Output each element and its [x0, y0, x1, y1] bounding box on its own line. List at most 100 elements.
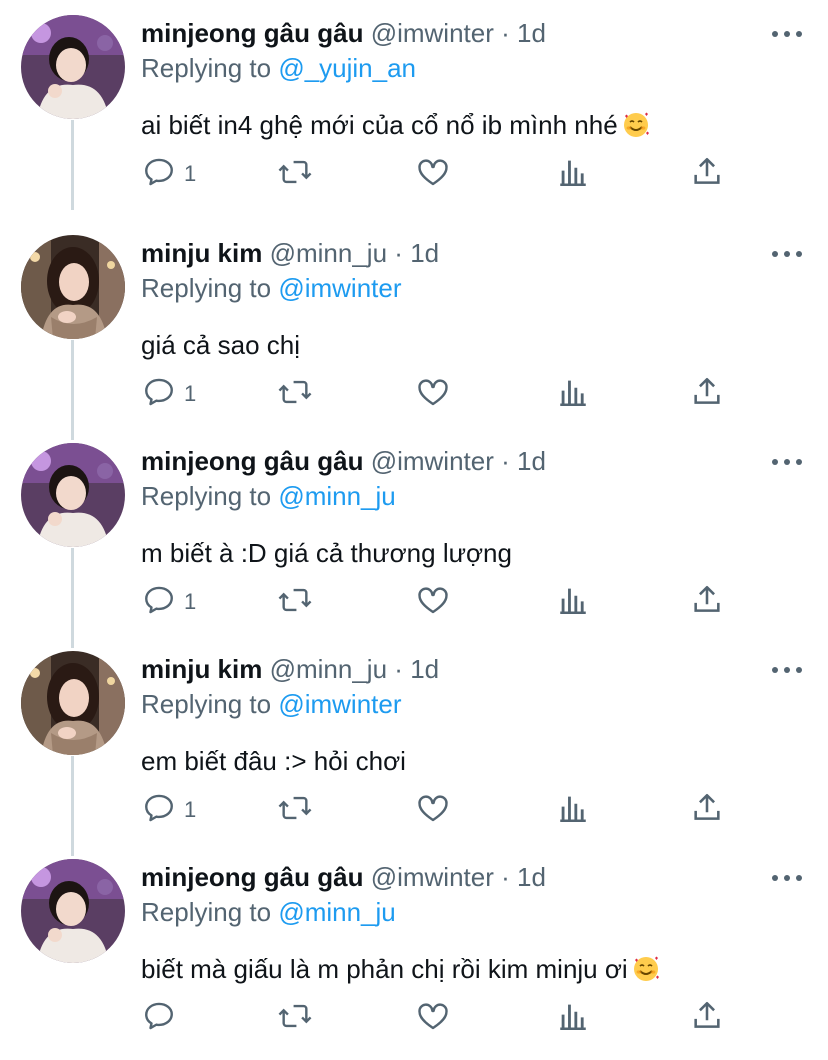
- share-button[interactable]: [690, 581, 730, 621]
- tweet-text-content: biết mà giấu là m phản chị rồi kim minju…: [141, 954, 628, 984]
- separator-dot: ·: [394, 654, 403, 684]
- avatar[interactable]: [21, 15, 125, 119]
- replying-to: Replying to @imwinter: [141, 688, 402, 720]
- more-options-icon[interactable]: [770, 244, 804, 264]
- separator-dot: ·: [394, 238, 403, 268]
- handle[interactable]: @imwinter: [371, 18, 494, 48]
- replying-to-label: Replying to: [141, 273, 272, 303]
- mention-link[interactable]: @_yujin_an: [278, 53, 416, 83]
- tweet-text: ai biết in4 ghệ mới của cổ nổ ib mình nh…: [141, 108, 650, 142]
- tweet[interactable]: minju kim @minn_ju · 1d Replying to @imwi…: [0, 220, 828, 428]
- display-name[interactable]: minjeong gâu gâu: [141, 446, 363, 476]
- tweet-header: minjeong gâu gâu @imwinter · 1d: [141, 445, 546, 477]
- tweet[interactable]: minjeong gâu gâu @imwinter · 1d Replying …: [0, 0, 828, 208]
- replying-to: Replying to @minn_ju: [141, 896, 396, 928]
- mention-link[interactable]: @minn_ju: [278, 481, 395, 511]
- timestamp[interactable]: 1d: [517, 446, 546, 476]
- like-button[interactable]: [416, 997, 456, 1037]
- timestamp[interactable]: 1d: [410, 654, 439, 684]
- more-options-icon[interactable]: [770, 868, 804, 888]
- tweet-text: giá cả sao chị: [141, 328, 300, 362]
- retweet-button[interactable]: [276, 373, 316, 413]
- tweet-text: em biết đâu :> hỏi chơi: [141, 744, 406, 778]
- replying-to-label: Replying to: [141, 53, 272, 83]
- reply-button[interactable]: 1: [142, 153, 222, 193]
- reply-button[interactable]: 1: [142, 373, 222, 413]
- tweet-header: minju kim @minn_ju · 1d: [141, 237, 439, 269]
- display-name[interactable]: minjeong gâu gâu: [141, 862, 363, 892]
- tweet-header: minjeong gâu gâu @imwinter · 1d: [141, 17, 546, 49]
- replying-to-label: Replying to: [141, 481, 272, 511]
- tweet-text-content: giá cả sao chị: [141, 330, 300, 360]
- replying-to: Replying to @_yujin_an: [141, 52, 416, 84]
- action-bar: 1: [0, 789, 828, 829]
- reply-button[interactable]: 1: [142, 581, 222, 621]
- replying-to: Replying to @minn_ju: [141, 480, 396, 512]
- replying-to-label: Replying to: [141, 689, 272, 719]
- reply-count: 1: [184, 381, 197, 406]
- analytics-button[interactable]: [556, 789, 596, 829]
- tweet-text-content: m biết à :D giá cả thương lượng: [141, 538, 512, 568]
- timestamp[interactable]: 1d: [517, 862, 546, 892]
- analytics-button[interactable]: [556, 581, 596, 621]
- timestamp[interactable]: 1d: [410, 238, 439, 268]
- more-options-icon[interactable]: [770, 24, 804, 44]
- reply-count: 1: [184, 589, 197, 614]
- reply-count: 1: [184, 797, 197, 822]
- tweet-text-content: em biết đâu :> hỏi chơi: [141, 746, 406, 776]
- like-button[interactable]: [416, 789, 456, 829]
- action-bar: 1: [0, 373, 828, 413]
- tweet[interactable]: minju kim @minn_ju · 1d Replying to @imwi…: [0, 636, 828, 844]
- avatar[interactable]: [21, 651, 125, 755]
- share-button[interactable]: [690, 373, 730, 413]
- share-button[interactable]: [690, 997, 730, 1037]
- action-bar: [0, 997, 828, 1037]
- tweet-text: m biết à :D giá cả thương lượng: [141, 536, 512, 570]
- display-name[interactable]: minju kim: [141, 654, 262, 684]
- action-bar: 1: [0, 153, 828, 193]
- timestamp[interactable]: 1d: [517, 18, 546, 48]
- analytics-button[interactable]: [556, 153, 596, 193]
- handle[interactable]: @imwinter: [371, 446, 494, 476]
- tweet-header: minju kim @minn_ju · 1d: [141, 653, 439, 685]
- tweet[interactable]: minjeong gâu gâu @imwinter · 1d Replying …: [0, 428, 828, 636]
- more-options-icon[interactable]: [770, 452, 804, 472]
- reply-button[interactable]: [142, 997, 222, 1037]
- retweet-button[interactable]: [276, 581, 316, 621]
- retweet-button[interactable]: [276, 789, 316, 829]
- share-button[interactable]: [690, 789, 730, 829]
- mention-link[interactable]: @imwinter: [278, 689, 401, 719]
- like-button[interactable]: [416, 581, 456, 621]
- reply-button[interactable]: 1: [142, 789, 222, 829]
- handle[interactable]: @minn_ju: [270, 654, 387, 684]
- analytics-button[interactable]: [556, 373, 596, 413]
- avatar[interactable]: [21, 443, 125, 547]
- separator-dot: ·: [501, 446, 510, 476]
- separator-dot: ·: [501, 862, 510, 892]
- handle[interactable]: @minn_ju: [270, 238, 387, 268]
- replying-to-label: Replying to: [141, 897, 272, 927]
- tweet-text: biết mà giấu là m phản chị rồi kim minju…: [141, 952, 660, 986]
- share-button[interactable]: [690, 153, 730, 193]
- like-button[interactable]: [416, 373, 456, 413]
- replying-to: Replying to @imwinter: [141, 272, 402, 304]
- analytics-button[interactable]: [556, 997, 596, 1037]
- avatar[interactable]: [21, 235, 125, 339]
- smiling-face-with-hearts-icon: [623, 112, 649, 137]
- reply-count: 1: [184, 161, 197, 186]
- retweet-button[interactable]: [276, 997, 316, 1037]
- display-name[interactable]: minjeong gâu gâu: [141, 18, 363, 48]
- smiling-face-with-hearts-icon: [633, 956, 659, 981]
- mention-link[interactable]: @minn_ju: [278, 897, 395, 927]
- display-name[interactable]: minju kim: [141, 238, 262, 268]
- retweet-button[interactable]: [276, 153, 316, 193]
- mention-link[interactable]: @imwinter: [278, 273, 401, 303]
- avatar[interactable]: [21, 859, 125, 963]
- action-bar: 1: [0, 581, 828, 621]
- tweet[interactable]: minjeong gâu gâu @imwinter · 1d Replying …: [0, 844, 828, 1052]
- like-button[interactable]: [416, 153, 456, 193]
- handle[interactable]: @imwinter: [371, 862, 494, 892]
- more-options-icon[interactable]: [770, 660, 804, 680]
- tweet-text-content: ai biết in4 ghệ mới của cổ nổ ib mình nh…: [141, 110, 618, 140]
- separator-dot: ·: [501, 18, 510, 48]
